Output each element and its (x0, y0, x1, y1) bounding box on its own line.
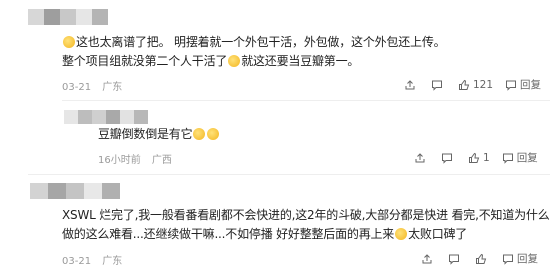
share-button[interactable] (421, 253, 436, 265)
comment-text-line: XSWL 烂完了,我一般看番看剧都不会快进的,这2年的斗破,大部分都是快进 看完… (62, 208, 550, 222)
comment-button[interactable] (441, 152, 456, 164)
comment-location: 广东 (102, 82, 123, 93)
comment-button[interactable] (448, 253, 463, 265)
share-button[interactable] (414, 152, 429, 164)
like-button[interactable]: 1 (468, 152, 490, 164)
comment-text-line: 做的这么难看...还继续做干嘛...不如停播 好好整整后面的再上来 太败口碑了 (62, 227, 468, 241)
comment-actions: 回复 (409, 251, 538, 266)
smile-emoji-icon (63, 36, 75, 48)
like-button[interactable] (475, 253, 490, 265)
comment-location: 广东 (102, 256, 123, 267)
comment-icon (449, 254, 459, 265)
comment-date: 03-21 (62, 256, 92, 267)
comment-meta: 03-21 广东 (62, 78, 122, 93)
username-pixelated (64, 110, 148, 124)
like-count: 121 (473, 78, 494, 91)
divider (28, 174, 550, 175)
username-pixelated (28, 9, 108, 25)
share-icon (422, 253, 432, 263)
comment-text-line: 豆瓣倒数倒是有它 (98, 126, 220, 142)
comment-date: 03-21 (62, 82, 92, 93)
comment-text-line: 整个项目组就没第二个人干活了 就这还要当豆瓣第一。 (62, 54, 360, 68)
smile-emoji-icon (193, 128, 206, 140)
reply-button[interactable]: 回复 (502, 251, 538, 266)
share-icon (405, 79, 415, 89)
smile-emoji-icon (395, 228, 408, 240)
smile-emoji-icon (228, 55, 241, 67)
comment-location: 广西 (151, 155, 172, 166)
reply-icon (503, 254, 513, 265)
smile-emoji-icon (207, 128, 220, 140)
comment-icon (442, 153, 452, 164)
divider (62, 100, 550, 101)
comment-date: 16小时前 (98, 155, 141, 166)
comment-meta: 03-21 广东 (62, 252, 122, 267)
like-count: 1 (483, 151, 490, 164)
reply-icon (506, 80, 517, 91)
comment-text-line: 这也太离谱了把。 明摆着就一个外包干活，外包做，这个外包还上传。 (62, 34, 446, 50)
reply-button[interactable]: 回复 (502, 150, 538, 165)
comment-meta: 16小时前 广西 (98, 151, 172, 166)
like-button[interactable]: 121 (458, 79, 493, 91)
comment-actions: 121 回复 (392, 77, 541, 92)
reply-icon (502, 153, 513, 164)
thumbs-up-icon (476, 253, 487, 264)
comment-actions: 1 回复 (402, 150, 538, 165)
thumbs-up-icon (459, 79, 470, 90)
comment-button[interactable] (431, 79, 446, 91)
username-pixelated (30, 183, 120, 199)
comment-icon (432, 80, 442, 91)
share-icon (415, 152, 425, 162)
reply-button[interactable]: 回复 (505, 77, 541, 92)
share-button[interactable] (404, 79, 419, 91)
thumbs-up-icon (469, 152, 480, 163)
